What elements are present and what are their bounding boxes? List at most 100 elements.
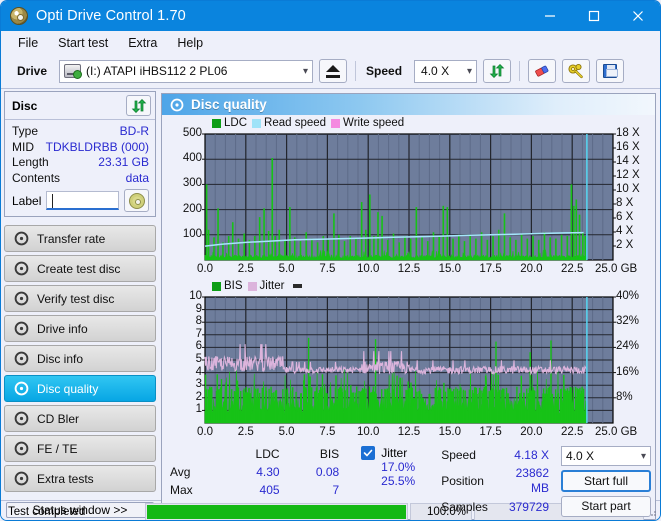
resize-grip-icon[interactable] [646, 506, 658, 518]
save-button[interactable] [596, 59, 625, 83]
eject-button[interactable] [319, 59, 348, 83]
y-axis-tick: 5 [195, 353, 202, 365]
tools-button[interactable] [562, 59, 591, 83]
stats-row-key: Max [170, 482, 193, 497]
y-axis-tick: 10 [189, 290, 202, 302]
window-title: Opti Drive Control 1.70 [36, 8, 186, 24]
disc-label-row: Label [12, 189, 149, 212]
y-axis-tick: 1 [195, 403, 202, 416]
menu-start-test[interactable]: Start test [49, 33, 117, 53]
sidebar-item-drive-info[interactable]: Drive info [4, 315, 156, 342]
y2-axis-tick: 14 X [616, 155, 640, 167]
sidebar-item-create-test-disc[interactable]: Create test disc [4, 255, 156, 282]
progress-bar [145, 502, 408, 520]
disc-row-contents: Contents data [12, 171, 149, 187]
toolbar-divider [355, 61, 357, 81]
stats-row-avg: Avg 4.30 0.08 [170, 464, 339, 482]
legend-label-bis: BIS [224, 280, 243, 292]
chart-bis-legend: BIS Jitter [164, 279, 653, 293]
legend-swatch-read-speed [252, 118, 262, 128]
sidebar-item-transfer-rate[interactable]: Transfer rate [4, 225, 156, 252]
start-part-button[interactable]: Start part [561, 495, 651, 517]
legend-swatch-bis [212, 281, 221, 291]
y2-axis-tick: 10 X [616, 183, 640, 195]
sidebar-item-label: Disc info [37, 351, 84, 366]
disc-refresh-button[interactable] [126, 95, 151, 116]
jitter-checkbox[interactable] [361, 446, 376, 460]
eraser-icon [535, 65, 549, 77]
menu-extra[interactable]: Extra [119, 33, 166, 53]
disc-row-value: TDKBLDRBB (000) [45, 139, 149, 154]
sidebar-item-disc-quality[interactable]: Disc quality [4, 375, 156, 402]
status-message: Test completed [8, 505, 86, 518]
disc-row-value: BD-R [119, 124, 149, 138]
run-info-row-speed: Speed 4.18 X [441, 446, 549, 464]
erase-button[interactable] [528, 59, 557, 83]
disc-row-mid: MID TDKBLDRBB (000) [12, 140, 149, 156]
y-axis-tick: 500 [182, 127, 202, 139]
legend-label-write-speed: Write speed [343, 117, 405, 129]
refresh-icon [489, 64, 505, 78]
close-icon[interactable] [616, 1, 660, 31]
nav-list: Transfer rate Create test disc Verify te… [4, 225, 156, 492]
drive-icon [64, 64, 83, 79]
y2-axis-tick: 16% [616, 365, 640, 378]
disc-row-length: Length 23.31 GB [12, 155, 149, 171]
legend-entry-write-speed: Write speed [331, 117, 404, 129]
drive-label: Drive [17, 64, 48, 78]
chevron-down-icon: ▾ [640, 450, 646, 462]
chart-bis-jitter-wrap: BIS Jitter 1 2 3 4 5 6 7 8 9 10 8% 16% 24% 32% 40% 0.0 2… [162, 278, 655, 441]
jitter-max: 25.5% [381, 474, 416, 488]
run-info-key: Speed [441, 447, 476, 462]
drive-select[interactable]: (I:) ATAPI iHBS112 2 PL06 ▾ [59, 59, 314, 83]
y-axis-tick: 200 [182, 202, 202, 215]
menu-help[interactable]: Help [168, 33, 212, 53]
run-info-table: Speed 4.18 X Position 23862 MB Samples 3… [441, 446, 549, 517]
y2-axis-tick: 32% [616, 315, 640, 328]
disc-label-button[interactable] [124, 189, 149, 212]
menu-file[interactable]: File [9, 33, 47, 53]
legend-entry-read-speed: Read speed [252, 117, 326, 129]
y2-axis-tick: 2 X [616, 239, 634, 251]
progress-fill [147, 504, 406, 519]
speed-select[interactable]: 4.0 X ▾ [414, 59, 478, 83]
window-controls [528, 1, 660, 31]
disc-quality-panel: Disc quality LDC Read speed Write speed … [161, 93, 656, 520]
chevron-down-icon: ▾ [467, 65, 473, 77]
disc-row-key: MID [12, 139, 34, 154]
y-axis-tick: 6 [195, 340, 202, 353]
sidebar-item-cd-bler[interactable]: CD Bler [4, 405, 156, 432]
sidebar-item-extra-tests[interactable]: Extra tests [4, 465, 156, 492]
maximize-icon[interactable] [572, 1, 616, 31]
sidebar-item-label: Extra tests [37, 471, 94, 486]
chart-ldc-legend: LDC Read speed Write speed [164, 116, 653, 130]
sidebar-item-label: Transfer rate [37, 231, 106, 246]
sidebar-item-disc-info[interactable]: Disc info [4, 345, 156, 372]
sidebar-item-verify-test-disc[interactable]: Verify test disc [4, 285, 156, 312]
sidebar-item-label: Drive info [37, 321, 88, 336]
y-axis-tick: 8 [195, 315, 202, 328]
y2-axis-tick: 12 X [616, 169, 640, 181]
stats-row-key: Avg [170, 465, 191, 480]
disc-icon [14, 321, 29, 336]
run-info-row-position: Position 23862 MB [441, 464, 549, 498]
disc-label-input[interactable] [46, 191, 119, 210]
disc-panel: Disc Type BD-R MID TDKBLDRBB (000) Lengt… [4, 91, 156, 217]
run-info-samples: 379729 [508, 500, 549, 515]
start-full-button[interactable]: Start full [561, 470, 651, 492]
minimize-icon[interactable] [528, 1, 572, 31]
y-axis-tick: 2 [195, 390, 202, 403]
sidebar-item-label: Verify test disc [37, 291, 115, 306]
refresh-icon [131, 98, 146, 113]
refresh-button[interactable] [483, 59, 512, 83]
sidebar-item-label: FE / TE [37, 441, 78, 456]
chevron-down-icon: ▾ [303, 65, 309, 77]
jitter-header: Jitter [361, 446, 415, 460]
disc-row-key: Contents [12, 170, 61, 185]
toolbar-divider-2 [519, 61, 521, 81]
test-speed-select[interactable]: 4.0 X ▾ [561, 446, 651, 467]
legend-swatch-ldc [212, 118, 221, 128]
sidebar-item-fe-te[interactable]: FE / TE [4, 435, 156, 462]
y2-axis-tick: 8% [616, 390, 633, 403]
panel-header: Disc quality [162, 94, 655, 115]
